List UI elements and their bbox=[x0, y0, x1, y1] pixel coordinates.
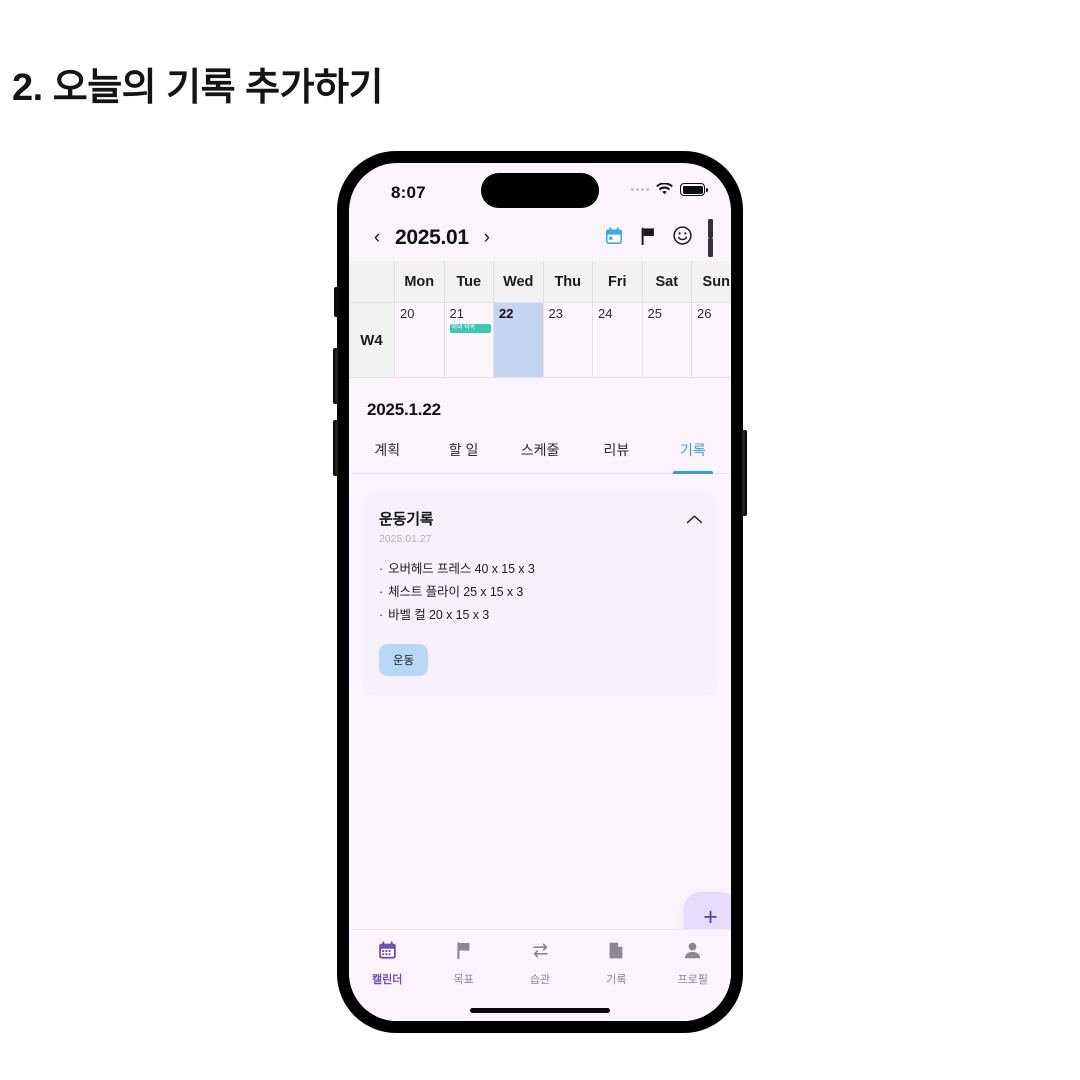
calendar-day-20[interactable]: 20 bbox=[395, 303, 445, 378]
calendar-week-row: W4 20 21 저녁 약속 22 23 24 25 26 bbox=[349, 303, 731, 378]
nav-label: 캘린더 bbox=[372, 974, 403, 986]
detail-tabbar: 계획 할 일 스케줄 리뷰 기록 bbox=[349, 436, 731, 474]
calendar-icon[interactable] bbox=[604, 226, 624, 251]
week-number-label: W4 bbox=[349, 303, 395, 378]
record-tag-badge[interactable]: 운동 bbox=[379, 644, 429, 676]
record-item-text: 오버헤드 프레스 40 x 15 x 3 bbox=[388, 562, 535, 576]
bullet-dot-icon: · bbox=[379, 562, 384, 576]
chevron-up-icon[interactable] bbox=[686, 512, 703, 530]
volume-up-button[interactable] bbox=[333, 348, 339, 404]
home-indicator[interactable] bbox=[470, 1008, 610, 1013]
flag-icon bbox=[454, 940, 474, 966]
nav-label: 습관 bbox=[529, 974, 551, 986]
current-month-label: 2025.01 bbox=[395, 226, 469, 249]
repeat-icon bbox=[530, 940, 551, 966]
tab-todo[interactable]: 할 일 bbox=[425, 436, 501, 473]
plus-icon: + bbox=[703, 902, 718, 931]
calendar-icon bbox=[377, 940, 398, 966]
volume-down-button[interactable] bbox=[333, 420, 339, 476]
calendar-weekday-header: Mon Tue Wed Thu Fri Sat Sun bbox=[349, 261, 731, 303]
prev-month-button[interactable]: ‹ bbox=[367, 227, 387, 249]
calendar-day-26[interactable]: 26 bbox=[692, 303, 731, 378]
phone-screen: 8:07 ‹ 2025.01 › Mon Tue Wed Thu Fri Sat… bbox=[349, 163, 731, 1021]
status-time: 8:07 bbox=[391, 183, 426, 202]
nav-item-profile[interactable]: 프로필 bbox=[655, 940, 731, 1021]
phone-frame: 8:07 ‹ 2025.01 › Mon Tue Wed Thu Fri Sat… bbox=[333, 152, 747, 1032]
bullet-dot-icon: · bbox=[379, 608, 384, 622]
record-item: · 오버헤드 프레스 40 x 15 x 3 bbox=[379, 558, 701, 581]
calendar-event-chip[interactable]: 저녁 약속 bbox=[449, 324, 491, 333]
tab-content-area: 운동기록 2025.01.27 · 오버헤드 프레스 40 x 15 x 3 · 체… bbox=[349, 474, 731, 971]
record-card-title: 운동기록 bbox=[379, 511, 434, 528]
record-item-text: 체스트 플라이 25 x 15 x 3 bbox=[388, 585, 524, 599]
record-item: · 바벨 컬 20 x 15 x 3 bbox=[379, 604, 701, 627]
calendar-day-23[interactable]: 23 bbox=[543, 303, 593, 378]
battery-icon bbox=[680, 183, 708, 196]
day-number: 25 bbox=[647, 306, 662, 321]
day-number: 22 bbox=[499, 306, 514, 321]
calendar-day-21[interactable]: 21 저녁 약속 bbox=[444, 303, 494, 378]
tab-review[interactable]: 리뷰 bbox=[578, 436, 654, 473]
wifi-icon bbox=[656, 183, 673, 196]
weekday-sat: Sat bbox=[642, 261, 692, 303]
selected-date-label: 2025.1.22 bbox=[349, 378, 731, 436]
tab-plan[interactable]: 계획 bbox=[349, 436, 425, 473]
calendar-header-actions bbox=[604, 219, 715, 257]
day-number: 26 bbox=[697, 306, 712, 321]
page-root: 2. 오늘의 기록 추가하기 8:07 ‹ 2025.01 › Mon Tue … bbox=[0, 0, 1080, 1080]
calendar-grid: Mon Tue Wed Thu Fri Sat Sun W4 20 21 저녁 … bbox=[349, 261, 731, 378]
silent-switch[interactable] bbox=[334, 287, 339, 317]
record-item: · 체스트 플라이 25 x 15 x 3 bbox=[379, 581, 701, 604]
smiley-icon[interactable] bbox=[672, 225, 693, 251]
day-number: 23 bbox=[548, 306, 563, 321]
bullet-dot-icon: · bbox=[379, 585, 384, 599]
nav-label: 프로필 bbox=[677, 974, 709, 986]
tab-schedule[interactable]: 스케줄 bbox=[502, 436, 578, 473]
record-item-text: 바벨 컬 20 x 15 x 3 bbox=[388, 608, 490, 622]
calendar-day-24[interactable]: 24 bbox=[593, 303, 643, 378]
day-number: 20 bbox=[400, 306, 415, 321]
calendar-day-25[interactable]: 25 bbox=[642, 303, 692, 378]
person-icon bbox=[682, 940, 703, 966]
nav-label: 기록 bbox=[606, 974, 627, 986]
weekday-mon: Mon bbox=[395, 261, 445, 303]
weekday-corner-cell bbox=[349, 261, 395, 303]
record-card[interactable]: 운동기록 2025.01.27 · 오버헤드 프레스 40 x 15 x 3 · 체… bbox=[363, 492, 717, 693]
weekday-wed: Wed bbox=[494, 261, 544, 303]
tab-record[interactable]: 기록 bbox=[655, 436, 731, 473]
weekday-fri: Fri bbox=[593, 261, 643, 303]
status-indicators bbox=[631, 183, 708, 196]
signal-dots-icon bbox=[631, 188, 649, 191]
nav-item-calendar[interactable]: 캘린더 bbox=[349, 940, 425, 1021]
document-icon bbox=[606, 940, 626, 966]
page-title: 2. 오늘의 기록 추가하기 bbox=[12, 67, 384, 109]
pause-icon[interactable] bbox=[708, 219, 713, 257]
power-button[interactable] bbox=[741, 430, 747, 516]
calendar-day-22[interactable]: 22 bbox=[494, 303, 544, 378]
status-bar: 8:07 bbox=[349, 163, 731, 215]
weekday-tue: Tue bbox=[444, 261, 494, 303]
day-number: 24 bbox=[598, 306, 613, 321]
weekday-thu: Thu bbox=[543, 261, 593, 303]
day-number: 21 bbox=[449, 306, 464, 321]
record-item-list: · 오버헤드 프레스 40 x 15 x 3 · 체스트 플라이 25 x 15 x… bbox=[379, 558, 701, 627]
record-card-date: 2025.01.27 bbox=[379, 533, 432, 545]
weekday-sun: Sun bbox=[692, 261, 731, 303]
next-month-button[interactable]: › bbox=[477, 227, 497, 249]
nav-label: 목표 bbox=[453, 974, 474, 986]
calendar-header: ‹ 2025.01 › bbox=[349, 215, 731, 261]
dynamic-island bbox=[481, 173, 599, 208]
flag-icon[interactable] bbox=[639, 226, 657, 251]
